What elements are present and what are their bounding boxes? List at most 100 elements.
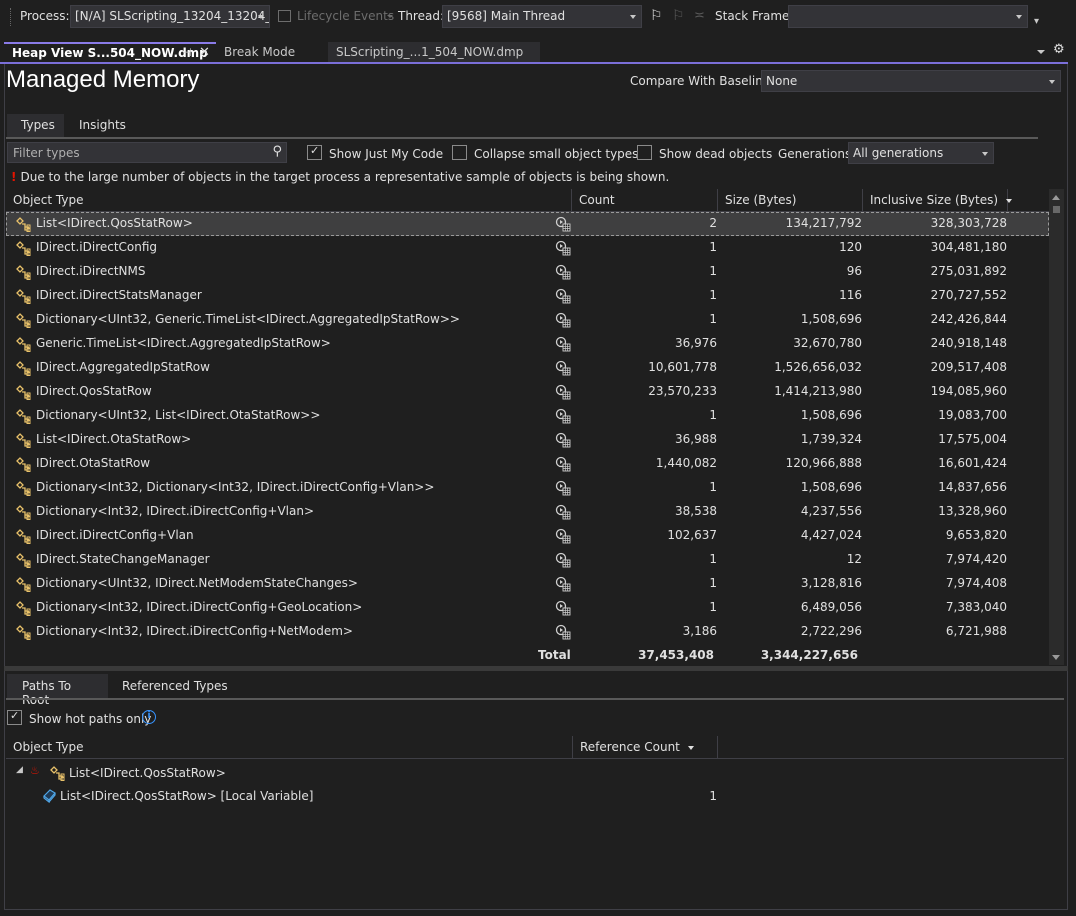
count: 1 [709, 312, 717, 326]
table-row[interactable]: IDirect.iDirectConfig+Vlan 102,637 4,427,0… [6, 524, 1049, 548]
view-instances-icon[interactable] [555, 480, 571, 496]
view-instances-icon[interactable] [555, 288, 571, 304]
gear-icon[interactable]: ⚙ [1053, 42, 1065, 57]
table-row[interactable]: Dictionary<Int32, IDirect.iDirectConfig+… [6, 596, 1049, 620]
view-instances-icon[interactable] [555, 336, 571, 352]
column-header-object-type[interactable]: Object Type [6, 736, 573, 758]
table-row[interactable]: IDirect.iDirectConfig 1 120 304,481,180 [6, 236, 1049, 260]
flag-all-threads-icon[interactable]: ⚐ [672, 8, 685, 24]
compare-baseline-dropdown[interactable]: None [761, 70, 1061, 92]
table-row[interactable]: Dictionary<UInt32, List<IDirect.OtaStatR… [6, 404, 1049, 428]
toolbar-grip[interactable] [10, 8, 13, 26]
view-instances-icon[interactable] [555, 216, 571, 232]
toolbar-overflow-icon[interactable]: ▾ [1034, 16, 1039, 27]
view-instances-icon[interactable] [555, 432, 571, 448]
count: 10,601,778 [648, 360, 717, 374]
local-variable-icon [42, 788, 57, 804]
tab-paths-to-root[interactable]: Paths To Root [7, 674, 108, 707]
scroll-up-icon[interactable] [1052, 195, 1060, 200]
column-header-inclusive-size[interactable]: Inclusive Size (Bytes) [863, 189, 1013, 211]
tree-row[interactable]: List<IDirect.QosStatRow> [Local Variable… [6, 785, 1064, 807]
show-dead-objects-checkbox[interactable] [637, 145, 652, 160]
view-instances-icon[interactable] [555, 360, 571, 376]
view-instances-icon[interactable] [555, 240, 571, 256]
view-instances-icon[interactable] [555, 624, 571, 640]
tab-slscripting-dump[interactable]: SLScripting_...1_504_NOW.dmp [328, 42, 540, 62]
object-type: Dictionary<Int32, IDirect.iDirectConfig+… [36, 600, 363, 614]
table-row[interactable]: IDirect.StateChangeManager 1 12 7,974,420 [6, 548, 1049, 572]
info-icon[interactable]: i [142, 710, 156, 724]
show-just-my-code-checkbox[interactable] [307, 144, 322, 160]
table-row[interactable]: IDirect.iDirectNMS 1 96 275,031,892 [6, 260, 1049, 284]
pane-splitter[interactable] [4, 666, 1068, 671]
view-instances-icon[interactable] [555, 408, 571, 424]
class-icon [50, 765, 66, 781]
filter-types-input[interactable]: Filter types ⚲ [7, 142, 287, 163]
table-row[interactable]: Dictionary<UInt32, IDirect.NetModemState… [6, 572, 1049, 596]
table-row[interactable]: Dictionary<UInt32, Generic.TimeList<IDir… [6, 308, 1049, 332]
class-icon [16, 288, 32, 304]
thread-dropdown[interactable]: [9568] Main Thread [442, 5, 642, 28]
class-icon [16, 384, 32, 400]
tab-insights[interactable]: Insights [65, 114, 140, 137]
object-type: IDirect.AggregatedIpStatRow [36, 360, 210, 374]
compare-baseline-label: Compare With Baseline: [630, 74, 775, 88]
tree-row[interactable]: ◢ ♨ List<IDirect.QosStatRow> [6, 762, 1064, 784]
scroll-thumb[interactable] [1053, 206, 1060, 213]
table-row[interactable]: Dictionary<Int32, Dictionary<Int32, IDir… [6, 476, 1049, 500]
table-row[interactable]: Dictionary<Int32, IDirect.iDirectConfig+… [6, 500, 1049, 524]
lifecycle-events-button[interactable]: Lifecycle Events [297, 9, 394, 23]
process-dropdown[interactable]: [N/A] SLScripting_13204_13204_20. [70, 5, 270, 28]
view-instances-icon[interactable] [555, 264, 571, 280]
object-type: IDirect.iDirectNMS [36, 264, 146, 278]
column-header-size[interactable]: Size (Bytes) [718, 189, 863, 211]
compare-baseline-value: None [766, 74, 798, 88]
tab-break-mode[interactable]: Break Mode [216, 42, 326, 62]
tab-types[interactable]: Types [7, 114, 64, 137]
table-row[interactable]: Generic.TimeList<IDirect.AggregatedIpSta… [6, 332, 1049, 356]
count: 36,988 [675, 432, 717, 446]
collapse-arrow-icon[interactable]: ◢ [16, 765, 23, 775]
close-icon[interactable]: ✕ [199, 45, 210, 60]
search-icon[interactable]: ⚲ [272, 144, 282, 159]
table-row[interactable]: List<IDirect.OtaStatRow> 36,988 1,739,324 1… [6, 428, 1049, 452]
flag-thread-icon[interactable]: ⚐ [650, 8, 663, 24]
view-instances-icon[interactable] [555, 504, 571, 520]
table-row[interactable]: Dictionary<Int32, IDirect.iDirectConfig+… [6, 620, 1049, 644]
object-type: IDirect.OtaStatRow [36, 456, 151, 470]
tab-referenced-types[interactable]: Referenced Types [107, 674, 243, 698]
table-row[interactable]: IDirect.iDirectStatsManager 1 116 270,727,5… [6, 284, 1049, 308]
view-instances-icon[interactable] [555, 576, 571, 592]
table-row[interactable]: IDirect.OtaStatRow 1,440,082 120,966,888 16… [6, 452, 1049, 476]
scroll-down-icon[interactable] [1052, 655, 1060, 660]
generations-dropdown[interactable]: All generations [848, 142, 994, 164]
column-header-object-type[interactable]: Object Type [6, 189, 572, 211]
view-instances-icon[interactable] [555, 456, 571, 472]
stack-frame-dropdown[interactable] [788, 5, 1028, 28]
count: 102,637 [667, 528, 717, 542]
column-header-reference-count[interactable]: Reference Count [573, 736, 718, 758]
inclusive-size-bytes: 17,575,004 [938, 432, 1007, 446]
view-instances-icon[interactable] [555, 312, 571, 328]
pin-icon[interactable]: ⊣ [182, 46, 192, 59]
table-row[interactable]: List<IDirect.QosStatRow> 2 134,217,792 328,… [6, 212, 1049, 236]
column-label: Inclusive Size (Bytes) [870, 193, 999, 207]
tab-list-dropdown-icon[interactable] [1037, 50, 1045, 54]
table-row[interactable]: IDirect.QosStatRow 23,570,233 1,414,213,98… [6, 380, 1049, 404]
tab-heap-view[interactable]: Heap View S...504_NOW.dmp ⊣ ✕ [4, 42, 216, 62]
inclusive-size-bytes: 242,426,844 [930, 312, 1007, 326]
view-instances-icon[interactable] [555, 600, 571, 616]
table-row[interactable]: IDirect.AggregatedIpStatRow 10,601,778 1,5… [6, 356, 1049, 380]
count: 1 [709, 552, 717, 566]
view-instances-icon[interactable] [555, 528, 571, 544]
size-bytes: 1,508,696 [800, 312, 862, 326]
view-instances-icon[interactable] [555, 384, 571, 400]
view-instances-icon[interactable] [555, 552, 571, 568]
types-table-scrollbar[interactable] [1049, 189, 1064, 665]
show-threads-in-source-icon[interactable]: ≍ [694, 8, 705, 23]
collapse-small-types-checkbox[interactable] [452, 145, 467, 160]
show-hot-paths-checkbox[interactable] [7, 709, 22, 725]
column-header-count[interactable]: Count [572, 189, 718, 211]
generations-value: All generations [853, 146, 944, 160]
column-label: Size (Bytes) [725, 193, 797, 207]
